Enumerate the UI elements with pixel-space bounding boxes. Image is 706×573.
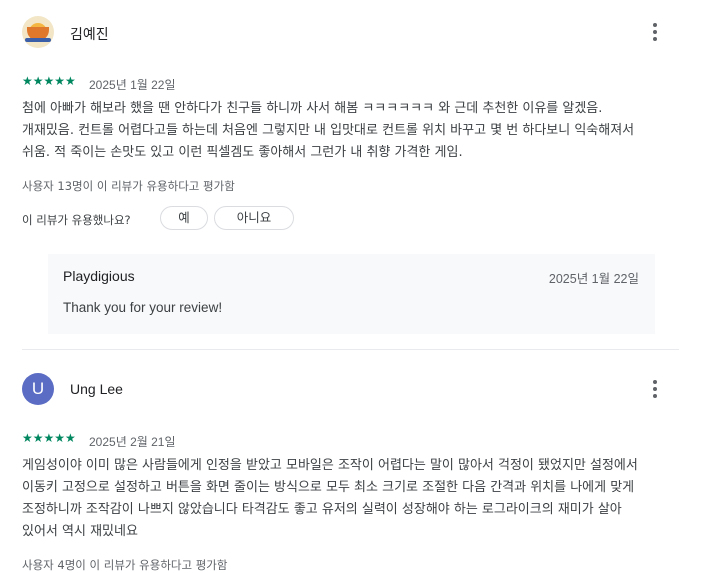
review-header: U Ung Lee (22, 371, 682, 409)
star-rating-icon: ★★★★★ (22, 431, 76, 445)
divider (22, 349, 679, 350)
review-card: 김예진 ★★★★★ 2025년 1월 22일 첨에 아빠가 해보라 했을 땐 안… (22, 14, 682, 234)
more-options-icon[interactable] (648, 20, 662, 44)
review-card: U Ung Lee ★★★★★ 2025년 2월 21일 게임성이야 이미 많은… (22, 371, 682, 573)
star-rating-icon: ★★★★★ (22, 74, 76, 88)
review-date: 2025년 2월 21일 (89, 435, 176, 449)
avatar-plate-shape (25, 38, 51, 42)
review-date: 2025년 1월 22일 (89, 78, 176, 92)
helpful-count: 사용자 13명이 이 리뷰가 유용하다고 평가함 (22, 179, 235, 193)
review-meta: ★★★★★ 2025년 1월 22일 (22, 74, 682, 94)
developer-reply: Playdigious 2025년 1월 22일 Thank you for y… (48, 254, 655, 334)
helpful-yes-button[interactable]: 예 (160, 206, 208, 230)
review-text: 게임성이야 이미 많은 사람들에게 인정을 받았고 모바일은 조작이 어렵다는 … (22, 458, 638, 539)
reply-date: 2025년 1월 22일 (548, 272, 639, 286)
helpful-no-button[interactable]: 아니요 (214, 206, 294, 230)
helpful-question: 이 리뷰가 유용했나요? (22, 213, 131, 227)
review-meta: ★★★★★ 2025년 2월 21일 (22, 431, 682, 451)
review-author: Ung Lee (70, 381, 123, 397)
review-text: 첨에 아빠가 해보라 했을 땐 안하다가 친구들 하니까 사서 해봄 ㅋㅋㅋㅋㅋ… (22, 101, 635, 160)
avatar: U (22, 373, 54, 405)
more-options-icon[interactable] (648, 377, 662, 401)
review-author: 김예진 (70, 26, 109, 42)
avatar (22, 16, 54, 48)
reply-author: Playdigious (63, 268, 135, 284)
reply-text: Thank you for your review! (63, 300, 223, 315)
helpful-prompt: 이 리뷰가 유용했나요? 예 아니요 (22, 204, 682, 234)
review-header: 김예진 (22, 14, 682, 52)
